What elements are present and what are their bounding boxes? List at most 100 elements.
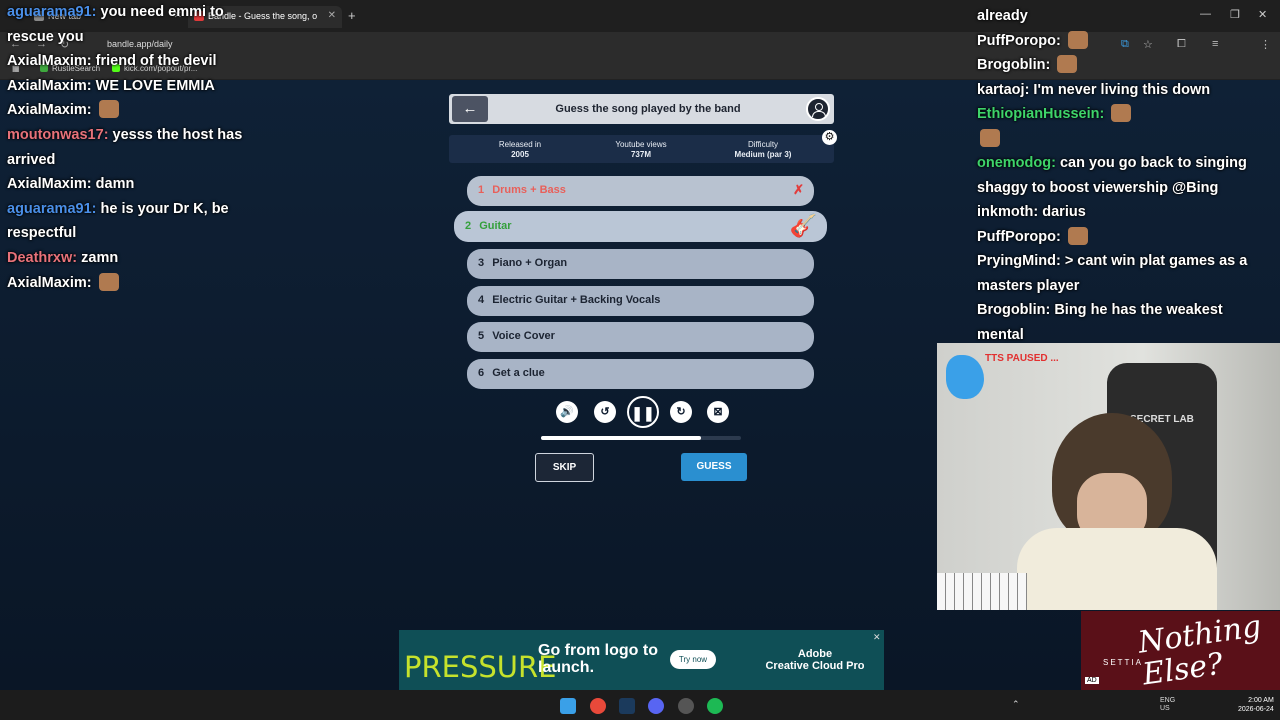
chat-message: shaggy to boost viewership @Bing (977, 176, 1273, 201)
row-label: Electric Guitar + Backing Vocals (492, 294, 661, 306)
pause-button[interactable]: ❚❚ (627, 396, 659, 428)
instrument-row-5: 5 Voice Cover (467, 322, 814, 352)
close-icon[interactable]: ✕ (328, 10, 336, 21)
stat-label: Released in (498, 140, 542, 149)
chat-message: masters player (977, 274, 1273, 299)
chat-username: kartaoj (977, 81, 1025, 98)
windows-start-icon[interactable] (560, 698, 576, 714)
stat-difficulty: Difficulty Medium (par 3) (708, 140, 818, 160)
gear-icon[interactable]: ⚙ (822, 130, 837, 145)
obs-icon[interactable] (678, 698, 694, 714)
chat-message: moutonwas17: yesss the host has (7, 126, 243, 143)
taskbar-clock[interactable]: 2:00 AM 2026-06-24 (1238, 696, 1274, 714)
steam-icon[interactable] (619, 698, 635, 714)
forward-5-icon[interactable]: ↻ (670, 401, 692, 423)
get-clue-row[interactable]: 6 Get a clue (467, 359, 814, 389)
chat-text: already (977, 8, 1028, 24)
row-number: 1 (478, 184, 485, 196)
chat-message: AxialMaxim: damn (7, 176, 135, 193)
chat-text: damn (95, 176, 135, 193)
guess-button[interactable]: GUESS (681, 453, 747, 481)
row-label: Get a clue (492, 367, 545, 379)
stat-label: Youtube views (615, 140, 667, 149)
chat-username: PryingMind (977, 253, 1056, 269)
stop-icon[interactable]: ⊠ (707, 401, 729, 423)
chat-message: respectful (7, 221, 307, 246)
chat-text: arrived (7, 151, 56, 168)
chat-text: darius (1042, 204, 1086, 220)
chat-emote-icon (98, 100, 119, 119)
row-label: Guitar (479, 220, 512, 232)
ad-sponsor: Adobe Creative Cloud Pro (760, 648, 870, 672)
spotify-icon[interactable] (707, 698, 723, 714)
row-label: Voice Cover (492, 330, 555, 342)
tray-chevron-icon[interactable]: ⌃ (1012, 699, 1020, 710)
progress-fill (541, 436, 701, 440)
playback-progress-bar[interactable] (541, 436, 741, 440)
chat-text: masters player (977, 277, 1080, 294)
stat-label: Difficulty (747, 140, 779, 149)
chrome-icon[interactable] (590, 698, 606, 714)
tts-mascot-icon (946, 355, 984, 399)
chat-message: onemodog: can you go back to singing (977, 155, 1247, 171)
chat-username: Brogoblin (977, 57, 1046, 73)
chat-message: rescue you (7, 25, 307, 50)
chat-text: zamn (81, 249, 119, 266)
chat-text: you need emmi to (100, 4, 224, 20)
discord-icon[interactable] (648, 698, 664, 714)
row-number: 2 (465, 220, 472, 232)
chat-message: AxialMaxim: friend of the devil (7, 53, 217, 70)
skip-button[interactable]: SKIP (535, 453, 594, 482)
chat-message: Brogoblin: (977, 53, 1273, 78)
row-number: 3 (478, 257, 485, 269)
instrument-row-3: 3 Piano + Organ (467, 249, 814, 279)
chat-text: rescue you (7, 28, 84, 45)
back-button[interactable]: ← (452, 96, 488, 122)
instrument-row-1: 1 Drums + Bass ✗ (467, 176, 814, 206)
sponsor-name: Adobe (797, 648, 833, 660)
tts-status: TTS PAUSED ... (985, 353, 1059, 364)
chat-emote-icon (1111, 104, 1132, 122)
chat-emote-icon (1067, 30, 1088, 49)
chat-username: moutonwas17 (7, 126, 104, 143)
language-indicator[interactable]: ENG US (1160, 697, 1175, 713)
instrument-row-4: 4 Electric Guitar + Backing Vocals (467, 286, 814, 316)
chat-username: Brogoblin (977, 302, 1046, 318)
chat-username: PuffPoropo (977, 32, 1056, 49)
chat-message: Brogoblin: Bing he has the weakest menta… (977, 302, 1223, 343)
chat-text: > cant win plat games as a (1064, 253, 1248, 269)
chat-username: AxialMaxim (7, 102, 87, 119)
row-label: Piano + Organ (492, 257, 568, 269)
chat-message: kartaoj: I'm never living this down (977, 81, 1211, 98)
ad-close-icon[interactable]: ✕ (873, 632, 881, 643)
row-number: 5 (478, 330, 485, 342)
chat-text: yesss the host has (112, 126, 243, 143)
stat-value: 2005 (511, 150, 529, 159)
chat-message: AxialMaxim: (7, 98, 307, 123)
chat-text: friend of the devil (95, 53, 217, 70)
wrong-x-icon: ✗ (793, 182, 804, 197)
chat-emote-icon (980, 128, 1000, 147)
rewind-5-icon[interactable]: ↺ (594, 401, 616, 423)
chat-username: AxialMaxim (7, 176, 87, 193)
chat-message: PuffPoropo: (977, 225, 1273, 250)
chat-message: PuffPoropo: (977, 29, 1273, 54)
chat-message: arrived (7, 148, 307, 173)
row-number: 4 (478, 294, 485, 306)
chat-username: AxialMaxim (7, 274, 87, 291)
chat-message: aguarama91: he is your Dr K, be (7, 200, 229, 217)
windows-taskbar (0, 690, 1280, 720)
user-account-icon[interactable] (806, 97, 830, 121)
chat-text: respectful (7, 225, 77, 242)
chat-message: PryingMind: > cant win plat games as a (977, 253, 1248, 269)
chat-message: inkmoth: darius (977, 204, 1086, 220)
new-tab-button[interactable]: + (348, 8, 356, 23)
chat-username: AxialMaxim (7, 53, 87, 70)
chat-message: Deathrxw: zamn (7, 249, 119, 266)
chat-username: inkmoth (977, 204, 1034, 220)
volume-icon[interactable]: 🔊 (556, 401, 578, 423)
page-title: Guess the song played by the band (555, 103, 741, 115)
chat-message (977, 127, 1273, 152)
chat-overlay-right: already PuffPoropo: Brogoblin: kartaoj: I… (977, 4, 1273, 347)
ad-try-now-button[interactable]: Try now (670, 650, 716, 669)
